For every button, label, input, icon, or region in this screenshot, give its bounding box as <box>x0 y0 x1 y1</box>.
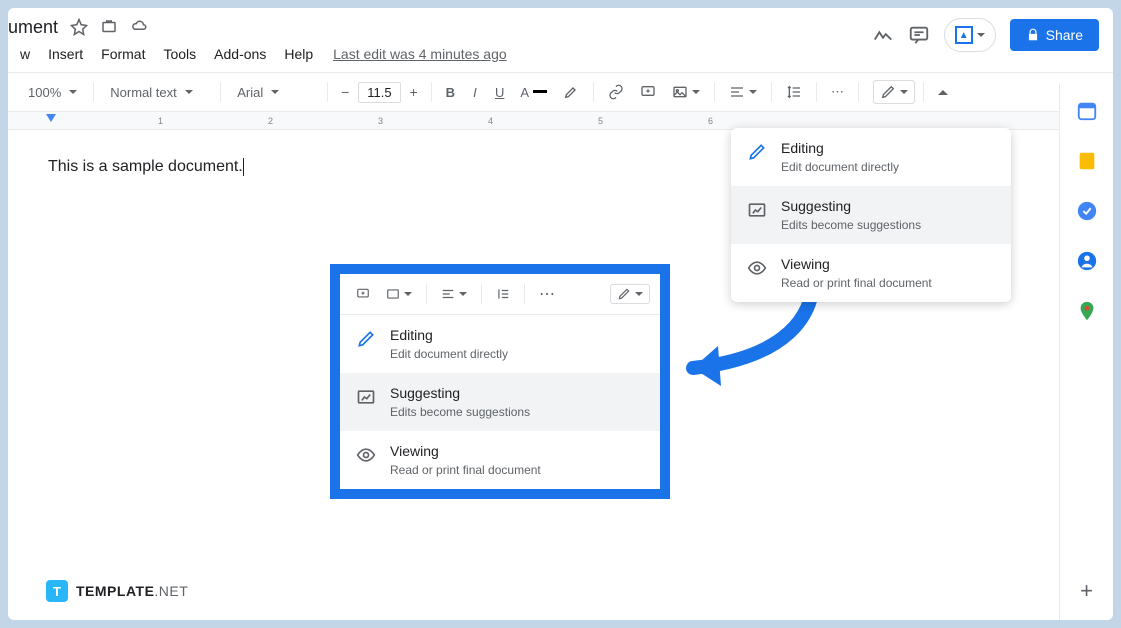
menu-tools[interactable]: Tools <box>155 42 204 66</box>
text-color-button[interactable]: A <box>514 81 553 104</box>
menu-format[interactable]: Format <box>93 42 153 66</box>
callout-add-comment-icon[interactable] <box>350 283 376 305</box>
fontsize-input[interactable]: 11.5 <box>358 82 400 103</box>
suggest-icon <box>356 387 376 407</box>
link-button[interactable] <box>602 80 630 104</box>
callout-align-icon[interactable] <box>435 283 473 305</box>
mode-item-editing[interactable]: EditingEdit document directly <box>731 128 1011 186</box>
calendar-icon[interactable] <box>1076 100 1098 122</box>
maps-icon[interactable] <box>1076 300 1098 322</box>
callout-mode-viewing[interactable]: ViewingRead or print final document <box>340 431 660 489</box>
brand-badge-icon: T <box>46 580 68 602</box>
pencil-icon <box>747 142 767 162</box>
align-button[interactable] <box>723 80 763 104</box>
side-panel: + <box>1059 84 1113 620</box>
share-label: Share <box>1046 27 1083 43</box>
callout-box: ⋯ EditingEdit document directly Suggesti… <box>330 264 670 499</box>
text-cursor <box>243 158 244 176</box>
present-button[interactable]: ▲ <box>944 18 996 52</box>
highlight-button[interactable] <box>557 80 585 104</box>
move-icon[interactable] <box>100 18 118 36</box>
callout-mode-suggesting[interactable]: SuggestingEdits become suggestions <box>340 373 660 431</box>
suggest-icon <box>747 200 767 220</box>
brand-watermark: T TEMPLATE.NET <box>46 580 188 602</box>
star-icon[interactable] <box>70 18 88 36</box>
lock-icon <box>1026 28 1040 42</box>
comment-history-icon[interactable] <box>908 24 930 46</box>
toolbar: 100% Normal text Arial − 11.5 + B I U A … <box>8 72 1113 112</box>
cloud-icon[interactable] <box>130 18 148 36</box>
contacts-icon[interactable] <box>1076 250 1098 272</box>
menu-w[interactable]: w <box>12 42 38 66</box>
document-text[interactable]: This is a sample document. <box>48 158 243 175</box>
paragraph-style-select[interactable]: Normal text <box>102 81 212 104</box>
font-select[interactable]: Arial <box>229 81 319 104</box>
activity-icon[interactable] <box>872 24 894 46</box>
indent-marker-icon[interactable] <box>46 114 56 122</box>
collapse-toolbar-button[interactable] <box>932 86 954 99</box>
callout-mode-button[interactable] <box>610 284 650 304</box>
doc-title[interactable]: ument <box>8 17 58 38</box>
add-comment-button[interactable] <box>634 80 662 104</box>
italic-button[interactable]: I <box>465 81 485 104</box>
zoom-select[interactable]: 100% <box>20 81 85 104</box>
eye-icon <box>747 258 767 278</box>
callout-mode-editing[interactable]: EditingEdit document directly <box>340 315 660 373</box>
mode-dropdown: EditingEdit document directly Suggesting… <box>731 128 1011 302</box>
editing-mode-button[interactable] <box>873 80 915 104</box>
menu-help[interactable]: Help <box>276 42 321 66</box>
callout-spacing-icon[interactable] <box>490 283 516 305</box>
fontsize-decrease[interactable]: − <box>336 83 354 101</box>
tasks-icon[interactable] <box>1076 200 1098 222</box>
keep-icon[interactable] <box>1076 150 1098 172</box>
callout-image-icon[interactable] <box>380 283 418 305</box>
pencil-icon <box>356 329 376 349</box>
add-addon-button[interactable]: + <box>1080 578 1093 604</box>
present-icon: ▲ <box>955 26 973 44</box>
last-edit[interactable]: Last edit was 4 minutes ago <box>333 46 507 62</box>
line-spacing-button[interactable] <box>780 80 808 104</box>
insert-image-button[interactable] <box>666 80 706 104</box>
mode-item-viewing[interactable]: ViewingRead or print final document <box>731 244 1011 302</box>
fontsize-increase[interactable]: + <box>405 83 423 101</box>
callout-more-icon[interactable]: ⋯ <box>533 280 561 308</box>
eye-icon <box>356 445 376 465</box>
share-button[interactable]: Share <box>1010 19 1099 51</box>
underline-button[interactable]: U <box>489 81 510 104</box>
bold-button[interactable]: B <box>440 81 461 104</box>
mode-item-suggesting[interactable]: SuggestingEdits become suggestions <box>731 186 1011 244</box>
menu-addons[interactable]: Add-ons <box>206 42 274 66</box>
chevron-down-icon <box>977 33 985 37</box>
menu-insert[interactable]: Insert <box>40 42 91 66</box>
more-button[interactable]: ⋯ <box>825 80 850 104</box>
